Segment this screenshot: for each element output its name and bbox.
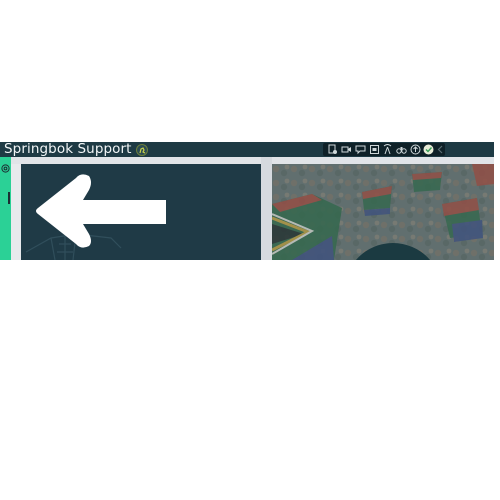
upload-icon[interactable] <box>410 144 421 155</box>
radio-tower-icon[interactable] <box>382 144 393 155</box>
title-bar: Springbok Support <box>0 142 494 157</box>
rail-indicator <box>8 192 10 204</box>
chat-icon[interactable] <box>355 144 366 155</box>
springbok-icon[interactable] <box>136 144 148 156</box>
status-ok-icon[interactable] <box>423 144 434 155</box>
binoculars-icon[interactable] <box>396 144 407 155</box>
toolbar <box>323 143 445 156</box>
back-tile[interactable] <box>21 164 261 260</box>
arrow-left-icon <box>25 174 166 260</box>
video-camera-icon[interactable] <box>341 144 352 155</box>
document-settings-icon[interactable] <box>327 144 338 155</box>
page-background-mask <box>340 260 450 350</box>
settings-icon[interactable] <box>1 158 10 173</box>
left-rail <box>0 157 11 260</box>
window-icon[interactable] <box>369 144 380 155</box>
tile-divider <box>261 157 272 260</box>
chevron-left-icon[interactable] <box>435 144 446 155</box>
app-window: Springbok Support <box>0 142 494 260</box>
app-title: Springbok Support <box>4 142 132 157</box>
pane-gap <box>11 157 494 164</box>
